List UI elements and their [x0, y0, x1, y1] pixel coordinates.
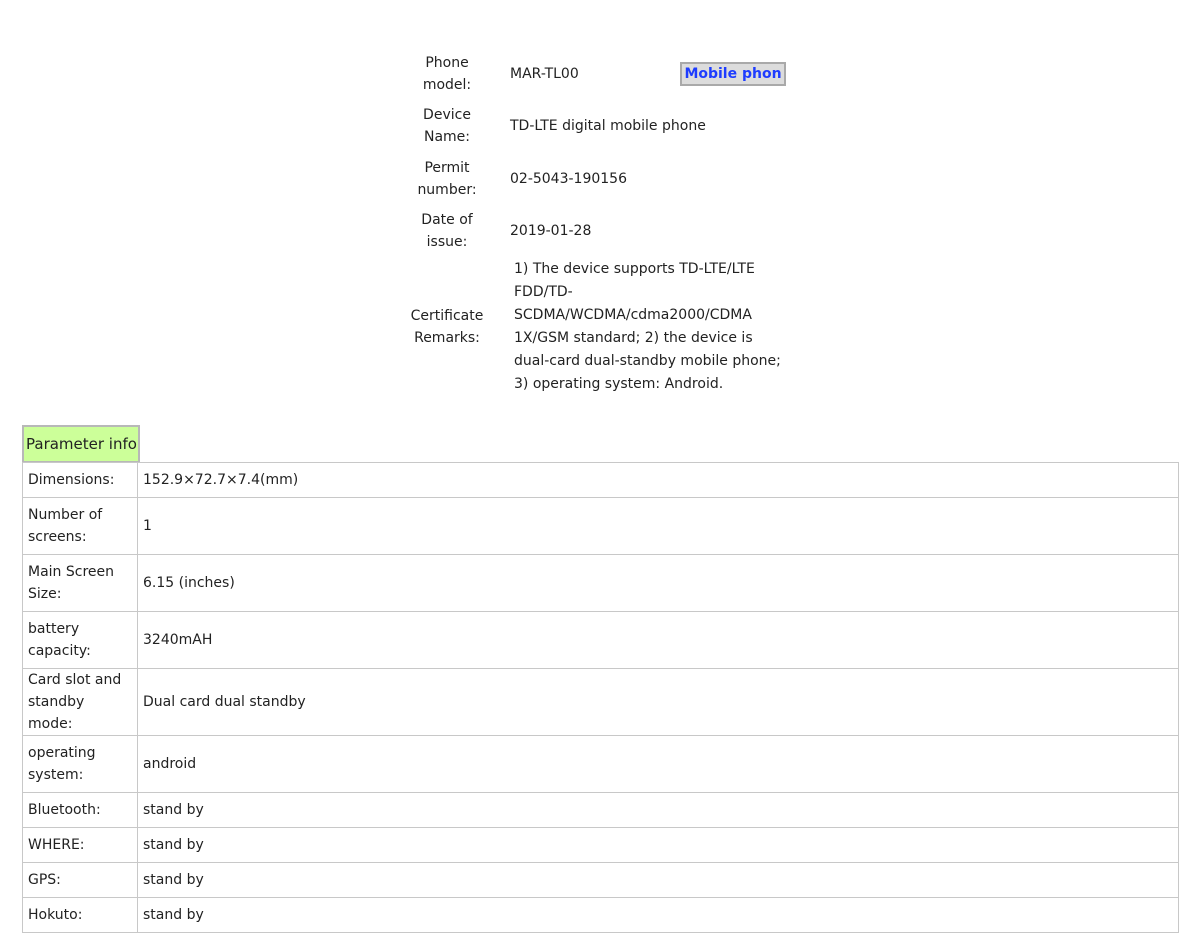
param-value: stand by	[137, 827, 1179, 863]
mobile-phone-tab[interactable]: Mobile phon	[680, 62, 786, 86]
permit-number-row: Permit number: 02-5043-190156	[405, 152, 805, 205]
param-value: android	[137, 735, 1179, 793]
certificate-remarks-label: Certificate Remarks:	[410, 308, 484, 346]
table-row: Bluetooth: stand by	[22, 792, 1179, 828]
device-name-value: TD-LTE digital mobile phone	[510, 118, 706, 134]
remarks-line: 1) The device supports TD-LTE/LTE	[514, 261, 755, 277]
param-label: Bluetooth:	[22, 792, 138, 828]
param-label: WHERE:	[22, 827, 138, 863]
table-row: WHERE: stand by	[22, 827, 1179, 863]
param-label: Number of screens:	[22, 497, 138, 555]
param-label: Hokuto:	[22, 897, 138, 933]
certificate-remarks-row: Certificate Remarks: 1) The device suppo…	[405, 257, 805, 397]
remarks-line: 3) operating system: Android.	[514, 376, 724, 392]
date-of-issue-label: Date of issue:	[421, 212, 473, 250]
remarks-line: dual-card dual-standby mobile phone;	[514, 353, 781, 369]
param-value: 152.9×72.7×7.4(mm)	[137, 462, 1179, 498]
permit-number-value: 02-5043-190156	[510, 170, 627, 187]
table-row: Dimensions: 152.9×72.7×7.4(mm)	[22, 462, 1179, 498]
param-label: operating system:	[22, 735, 138, 793]
param-value: 1	[137, 497, 1179, 555]
certificate-info: Phone model: MAR-TL00 Mobile phon Device…	[405, 48, 805, 397]
phone-model-value: MAR-TL00	[510, 66, 579, 82]
remarks-line: FDD/TD-	[514, 284, 573, 300]
table-row: battery capacity: 3240mAH	[22, 611, 1179, 669]
parameter-table: Dimensions: 152.9×72.7×7.4(mm) Number of…	[22, 462, 1179, 933]
date-of-issue-value: 2019-01-28	[510, 223, 592, 239]
phone-model-label: Phone model:	[422, 55, 472, 93]
table-row: Hokuto: stand by	[22, 897, 1179, 933]
table-row: operating system: android	[22, 735, 1179, 793]
remarks-line: SCDMA/WCDMA/cdma2000/CDMA	[514, 307, 752, 323]
param-value: 3240mAH	[137, 611, 1179, 669]
param-value: stand by	[137, 862, 1179, 898]
param-label: battery capacity:	[22, 611, 138, 669]
param-label: GPS:	[22, 862, 138, 898]
table-row: Main Screen Size: 6.15 (inches)	[22, 554, 1179, 612]
param-value: Dual card dual standby	[137, 668, 1179, 736]
permit-number-label: Permit number:	[417, 159, 477, 198]
param-label: Dimensions:	[22, 462, 138, 498]
phone-model-row: Phone model: MAR-TL00 Mobile phon	[405, 48, 805, 100]
param-value: stand by	[137, 792, 1179, 828]
table-row: GPS: stand by	[22, 862, 1179, 898]
table-row: Number of screens: 1	[22, 497, 1179, 555]
device-name-label: Device Name:	[423, 107, 471, 145]
param-label: Card slot and standby mode:	[22, 668, 138, 736]
certificate-remarks-value: 1) The device supports TD-LTE/LTE FDD/TD…	[489, 258, 782, 396]
param-value: stand by	[137, 897, 1179, 933]
parameter-info-header: Parameter info	[22, 425, 140, 463]
table-row: Card slot and standby mode: Dual card du…	[22, 668, 1179, 736]
remarks-line: 1X/GSM standard; 2) the device is	[514, 330, 753, 346]
param-label: Main Screen Size:	[22, 554, 138, 612]
param-value: 6.15 (inches)	[137, 554, 1179, 612]
device-name-row: Device Name: TD-LTE digital mobile phone	[405, 100, 805, 152]
date-of-issue-row: Date of issue: 2019-01-28	[405, 205, 805, 257]
